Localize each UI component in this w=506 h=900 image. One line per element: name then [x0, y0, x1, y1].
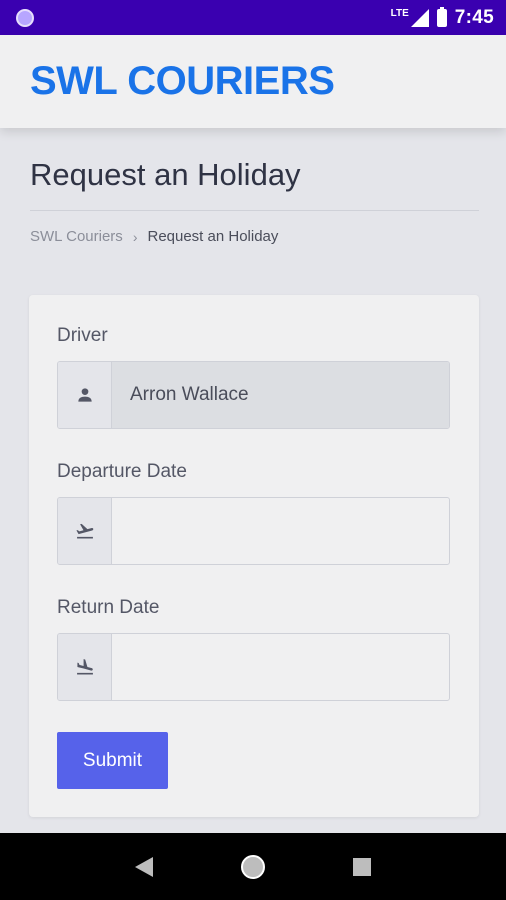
recents-icon[interactable] — [347, 852, 377, 882]
home-icon[interactable] — [238, 852, 268, 882]
breadcrumb: SWL Couriers › Request an Holiday — [30, 228, 278, 245]
submit-button[interactable]: Submit — [57, 732, 168, 789]
breadcrumb-current: Request an Holiday — [147, 228, 279, 245]
network-type: LTE — [390, 8, 409, 19]
driver-input-group — [57, 361, 450, 429]
battery-icon — [436, 6, 447, 27]
notification-app-icon — [16, 8, 34, 27]
chevron-right-icon: › — [132, 228, 138, 245]
return-date-input[interactable] — [112, 634, 449, 700]
title-divider — [30, 210, 479, 211]
flight-land-icon — [58, 634, 112, 700]
person-icon — [58, 362, 112, 428]
back-icon[interactable] — [129, 852, 159, 882]
navigation-bar — [0, 833, 506, 900]
brand-logo[interactable]: SWL COURIERS — [30, 59, 335, 104]
breadcrumb-home-link[interactable]: SWL Couriers — [30, 228, 123, 245]
status-bar: LTE 7:45 — [0, 0, 506, 35]
departure-date-label: Departure Date — [57, 461, 187, 482]
departure-input-group — [57, 497, 450, 565]
clock: 7:45 — [454, 6, 494, 28]
departure-date-input[interactable] — [112, 498, 449, 564]
return-date-label: Return Date — [57, 597, 160, 618]
holiday-form-card: Driver Departure Date Return Date Submit — [29, 295, 479, 817]
signal-icon — [410, 8, 429, 27]
flight-takeoff-icon — [58, 498, 112, 564]
app-header: SWL COURIERS — [0, 35, 506, 128]
driver-label: Driver — [57, 325, 108, 346]
page-title: Request an Holiday — [30, 157, 301, 192]
driver-field[interactable] — [112, 362, 449, 428]
return-input-group — [57, 633, 450, 701]
